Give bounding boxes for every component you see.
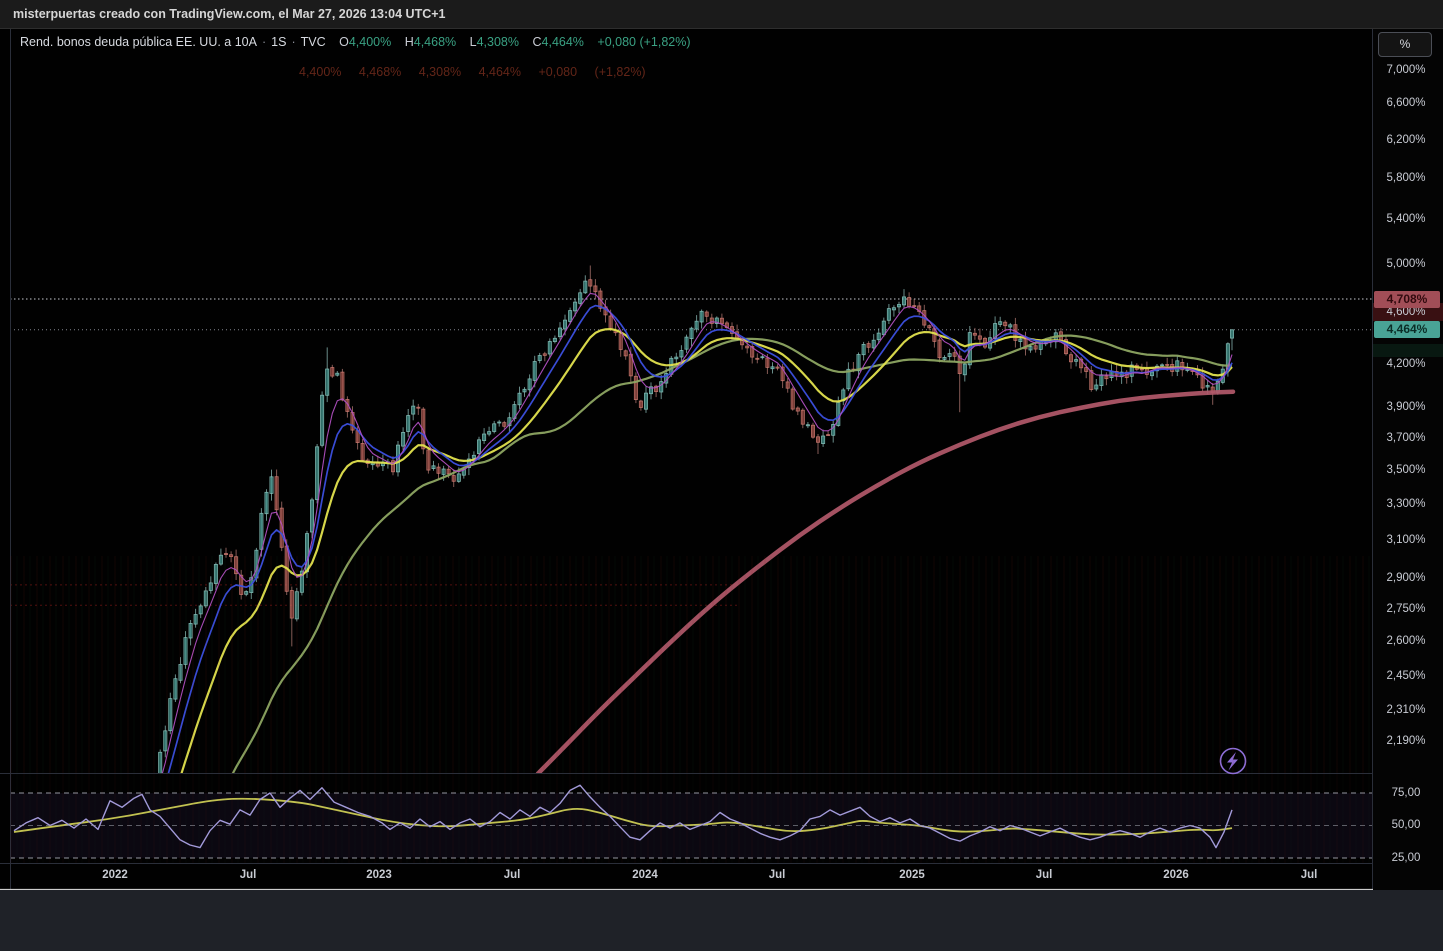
price-tick: 2,900% <box>1386 572 1426 585</box>
time-label: Jul <box>239 869 257 881</box>
price-tick: 5,800% <box>1386 172 1426 185</box>
price-tick: 3,900% <box>1386 401 1426 414</box>
ghost-alert-lines <box>10 584 737 606</box>
price-tick: 5,400% <box>1386 213 1426 226</box>
last-price-label: 4,464% <box>1374 321 1440 339</box>
rsi-pane-series <box>10 784 1372 858</box>
low-value: 4,308% <box>476 35 519 49</box>
interval-label[interactable]: 1S <box>271 35 286 49</box>
time-label: 2024 <box>632 869 658 881</box>
price-tick: 3,300% <box>1386 497 1426 510</box>
symbol-title[interactable]: Rend. bonos deuda pública EE. UU. a 10A <box>20 35 257 49</box>
price-tick: 3,500% <box>1386 463 1426 476</box>
ghost-legend-row: 4,400% 4,468% 4,308% 4,464% +0,080 (+1,8… <box>299 65 646 79</box>
low-label: L <box>469 35 477 49</box>
price-tick: 6,200% <box>1386 133 1426 146</box>
time-label: 2022 <box>102 869 128 881</box>
high-value: 4,468% <box>413 35 457 49</box>
exchange-label[interactable]: TVC <box>301 35 326 49</box>
flash-icon[interactable] <box>1219 747 1247 775</box>
bottom-brand-bar: TradingView <box>0 890 1443 951</box>
price-tick: 5,000% <box>1386 257 1426 270</box>
open-label: O <box>339 35 349 49</box>
candlestick-series <box>158 265 1235 773</box>
price-level-lines <box>10 298 1372 331</box>
tradingview-snapshot: misterpuertas creado con TradingView.com… <box>0 0 1443 951</box>
ghost-axis-band <box>1373 343 1443 357</box>
percent-scale-button[interactable]: % <box>1378 32 1432 57</box>
time-label: 2023 <box>366 869 392 881</box>
change-value: +0,080 (+1,82%) <box>597 35 691 49</box>
rsi-tick: 25,00 <box>1391 851 1421 864</box>
price-tick: 2,450% <box>1386 669 1426 682</box>
open-value: 4,400% <box>348 35 392 49</box>
price-tick: 2,600% <box>1386 635 1426 648</box>
price-tick: 2,750% <box>1386 603 1426 615</box>
rsi-tick: 75,00 <box>1391 786 1421 799</box>
pane-frame-lines <box>0 29 1443 891</box>
time-label: 2025 <box>899 869 925 881</box>
price-tick: 4,200% <box>1386 358 1426 371</box>
close-label: C <box>532 35 542 49</box>
price-tick: 6,600% <box>1386 97 1426 110</box>
high-label: H <box>404 35 414 49</box>
main-chart[interactable] <box>0 0 1443 951</box>
rsi-tick: 50,00 <box>1391 819 1421 831</box>
time-label: Jul <box>503 869 521 881</box>
time-axis[interactable]: 2022 Jul 2023 Jul 2024 Jul 2025 Jul 2026 Jul <box>10 864 1372 889</box>
price-tick: 7,000% <box>1386 63 1426 76</box>
time-label: Jul <box>768 869 786 881</box>
time-label: Jul <box>1300 869 1318 881</box>
close-value: 4,464% <box>541 35 584 49</box>
long-ma-line <box>535 389 1236 773</box>
price-tick: 2,310% <box>1386 703 1426 716</box>
alert-price-label[interactable]: 4,708% <box>1374 290 1440 308</box>
time-label: Jul <box>1035 869 1053 881</box>
price-tick: 3,100% <box>1386 533 1426 546</box>
symbol-legend[interactable]: Rend. bonos deuda pública EE. UU. a 10A ·… <box>20 35 691 49</box>
time-label: 2026 <box>1163 869 1189 881</box>
price-axis-panel[interactable]: % 7,000% 6,600% 6,200% 5,800% 5,400% 5,000% 4,… <box>1373 29 1443 890</box>
price-tick: 2,190% <box>1386 734 1426 747</box>
price-tick: 3,700% <box>1386 431 1426 444</box>
